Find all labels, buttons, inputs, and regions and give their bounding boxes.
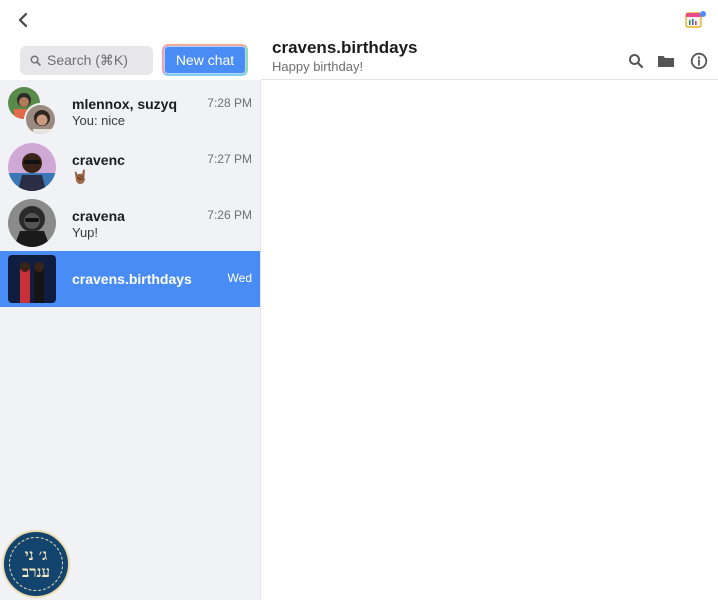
chat-time: 7:26 PM [207, 208, 252, 222]
chat-preview: 🤘🏾 [72, 169, 89, 184]
chat-row-cravens-birthdays[interactable]: cravens.birthdays Wed [0, 251, 260, 307]
avatar [8, 143, 56, 191]
chat-time: Wed [227, 271, 252, 285]
conversation-header: cravens.birthdays Happy birthday! [261, 0, 718, 80]
sidebar-header: Search (⌘K) New chat [0, 0, 260, 80]
chat-preview: Yup! [72, 225, 99, 240]
avatar [8, 255, 56, 303]
search-input[interactable]: Search (⌘K) [20, 46, 153, 75]
community-badge[interactable]: ג׳ ני ענרב [2, 530, 70, 598]
chat-preview: You: nice [72, 113, 126, 128]
conversation-title: cravens.birthdays [272, 38, 418, 57]
chat-time: 7:28 PM [207, 96, 252, 110]
conversation-subtitle: Happy birthday! [272, 59, 364, 74]
avatar [8, 199, 56, 247]
info-icon[interactable] [690, 52, 708, 70]
chat-row-cravenc[interactable]: cravenc 🤘🏾 7:27 PM [0, 139, 260, 195]
chat-row-mlennox-suzyq[interactable]: mlennox, suzyq You: nice 7:28 PM [0, 83, 260, 139]
chat-time: 7:27 PM [207, 152, 252, 166]
chat-name: cravena [72, 208, 125, 224]
avatar [24, 103, 57, 136]
new-chat-button[interactable]: New chat [162, 44, 248, 76]
badge-line-2: ענרב [22, 563, 50, 581]
chat-name: cravens.birthdays [72, 271, 192, 287]
back-button[interactable] [14, 10, 34, 30]
search-icon[interactable] [627, 52, 645, 70]
calendar-app-icon[interactable] [685, 10, 707, 30]
badge-line-1: ג׳ ני [24, 546, 48, 564]
chat-name: mlennox, suzyq [72, 96, 178, 112]
folder-icon[interactable] [657, 52, 675, 70]
chat-name: cravenc [72, 152, 125, 168]
chevron-left-icon [18, 12, 28, 28]
chat-row-cravena[interactable]: cravena Yup! 7:26 PM [0, 195, 260, 251]
group-avatar [8, 87, 58, 137]
chat-list: mlennox, suzyq You: nice 7:28 PM cravenc… [0, 83, 260, 307]
divider [260, 80, 261, 600]
sidebar: Search (⌘K) New chat mlennox, suzyq You:… [0, 0, 260, 600]
search-placeholder: Search (⌘K) [47, 52, 128, 68]
search-icon [30, 55, 41, 66]
